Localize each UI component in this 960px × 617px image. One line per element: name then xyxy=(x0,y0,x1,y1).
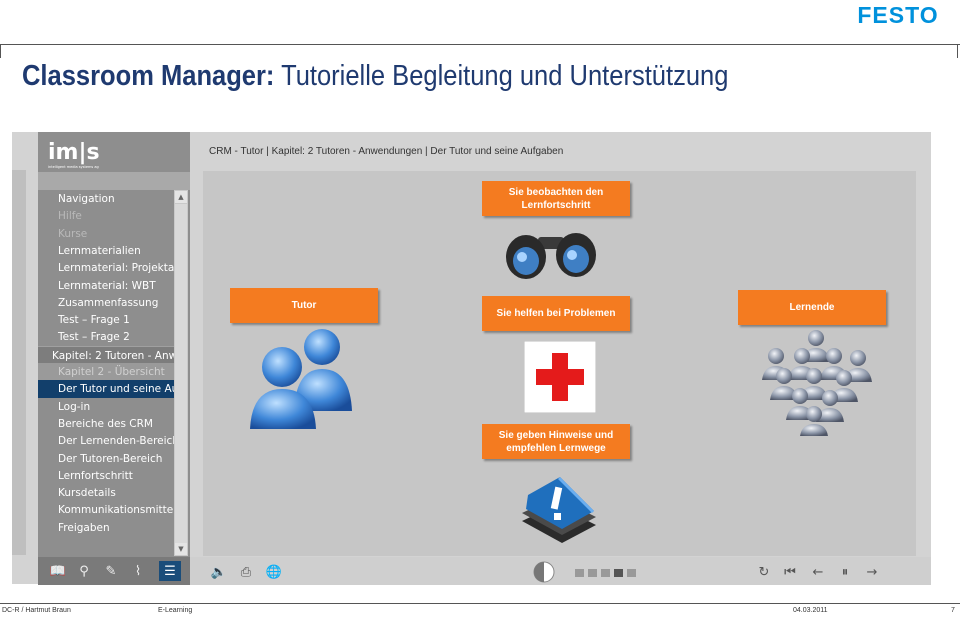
ims-logo-text: im|s xyxy=(48,140,100,165)
info-book-icon xyxy=(522,477,596,543)
sidebar-item[interactable]: Der Tutor und seine Aufgaben xyxy=(38,380,174,399)
sidebar-nav-list: Navigation Hilfe Kurse Lernmaterialien Lernm… xyxy=(38,190,174,544)
sidebar-item[interactable]: Lernmaterial: Projektaufg. xyxy=(38,259,174,277)
back-icon[interactable]: ← xyxy=(809,563,827,581)
forward-icon[interactable]: → xyxy=(863,563,881,581)
sidebar-item[interactable]: Kapitel: 2 Tutoren - Anwendungen xyxy=(38,345,174,364)
left-strip xyxy=(12,170,26,555)
globe-icon[interactable]: 🌐 xyxy=(265,563,283,581)
sidebar-item[interactable]: Kommunikationsmittel xyxy=(38,501,174,519)
sidebar-item[interactable]: Test – Frage 2 xyxy=(38,328,174,346)
sidebar-item[interactable]: Hilfe xyxy=(38,207,174,225)
list-icon[interactable]: ☰ xyxy=(159,561,181,581)
sidebar-item[interactable]: Kapitel 2 - Übersicht xyxy=(38,363,174,381)
sidebar-item[interactable]: Der Tutoren-Bereich xyxy=(38,450,174,468)
sidebar-item[interactable]: Kurse xyxy=(38,225,174,243)
sidebar-scrollbar[interactable]: ▲ ▼ xyxy=(174,190,188,556)
help-box: Sie helfen bei Problemen xyxy=(482,296,630,331)
festo-logo: FESTO xyxy=(857,4,938,26)
book-icon[interactable]: 📖 xyxy=(49,562,67,580)
first-page-icon[interactable]: ⏮ xyxy=(781,563,799,581)
slide-title: Classroom Manager: Tutorielle Begleitung… xyxy=(22,60,728,93)
red-cross-icon xyxy=(524,341,596,413)
tutor-box: Tutor xyxy=(230,288,378,323)
sidebar-item[interactable]: Der Lernenden-Bereich xyxy=(38,432,174,450)
sidebar-item[interactable]: Zusammenfassung xyxy=(38,294,174,312)
page-progress-dots xyxy=(575,569,645,577)
footer-date: 04.03.2011 xyxy=(793,607,828,614)
scroll-up-icon[interactable]: ▲ xyxy=(175,191,187,203)
binoculars-tool-icon[interactable]: ⚲ xyxy=(75,562,93,580)
paperclip-icon[interactable]: ⌇ xyxy=(129,562,147,580)
sidebar-item[interactable]: Lernmaterial: WBT xyxy=(38,277,174,295)
progress-dot[interactable] xyxy=(588,569,597,577)
header-rule-left xyxy=(0,44,1,58)
tutor-figure-icon xyxy=(250,329,352,429)
sidebar-item[interactable]: Bereiche des CRM xyxy=(38,415,174,433)
breadcrumb: CRM - Tutor | Kapitel: 2 Tutoren - Anwen… xyxy=(209,146,564,157)
pause-icon[interactable]: ⏸ xyxy=(836,563,854,581)
footer-topic: E-Learning xyxy=(158,607,193,614)
footer-page-number: 7 xyxy=(951,607,955,614)
binoculars-icon xyxy=(506,233,596,279)
footer-author: DC-R / Hartmut Braun xyxy=(2,607,71,614)
sidebar-item[interactable]: Freigaben xyxy=(38,519,174,537)
sidebar-item[interactable]: Test – Frage 1 xyxy=(38,311,174,329)
print-icon[interactable]: ⎙ xyxy=(237,563,255,581)
progress-dot[interactable] xyxy=(601,569,610,577)
sidebar-item[interactable]: Lernfortschritt xyxy=(38,467,174,485)
sidebar-item[interactable]: Log-in xyxy=(38,398,174,416)
sidebar-item[interactable]: Kursdetails xyxy=(38,484,174,502)
progress-pie-icon xyxy=(533,561,555,583)
footer-rule xyxy=(0,603,960,604)
header-rule-right xyxy=(957,44,958,58)
progress-dot[interactable] xyxy=(627,569,636,577)
sidebar-item[interactable]: Navigation xyxy=(38,190,174,208)
reload-icon[interactable]: ↻ xyxy=(755,563,773,581)
sidebar-item[interactable]: Lernmaterialien xyxy=(38,242,174,260)
learners-group-icon xyxy=(762,330,872,436)
ims-logo-sub: intelligent media systems ag xyxy=(48,165,99,169)
speaker-icon[interactable]: 🔈 xyxy=(210,563,228,581)
ims-logo: im|s intelligent media systems ag xyxy=(45,134,107,172)
progress-dot[interactable] xyxy=(575,569,584,577)
header-rule xyxy=(0,44,960,45)
slide-title-bold: Classroom Manager: xyxy=(22,60,275,92)
progress-dot[interactable] xyxy=(614,569,623,577)
slide-title-rest: Tutorielle Begleitung und Unterstützung xyxy=(274,60,729,92)
scroll-thumb[interactable] xyxy=(175,204,187,544)
scroll-down-icon[interactable]: ▼ xyxy=(175,543,187,555)
pencil-icon[interactable]: ✎ xyxy=(102,562,120,580)
hints-box: Sie geben Hinweise und empfehlen Lernweg… xyxy=(482,424,630,459)
sidebar-header xyxy=(38,172,190,190)
festo-logo-text: FESTO xyxy=(857,4,938,26)
observe-box: Sie beobachten den Lernfortschritt xyxy=(482,181,630,216)
learners-box: Lernende xyxy=(738,290,886,325)
